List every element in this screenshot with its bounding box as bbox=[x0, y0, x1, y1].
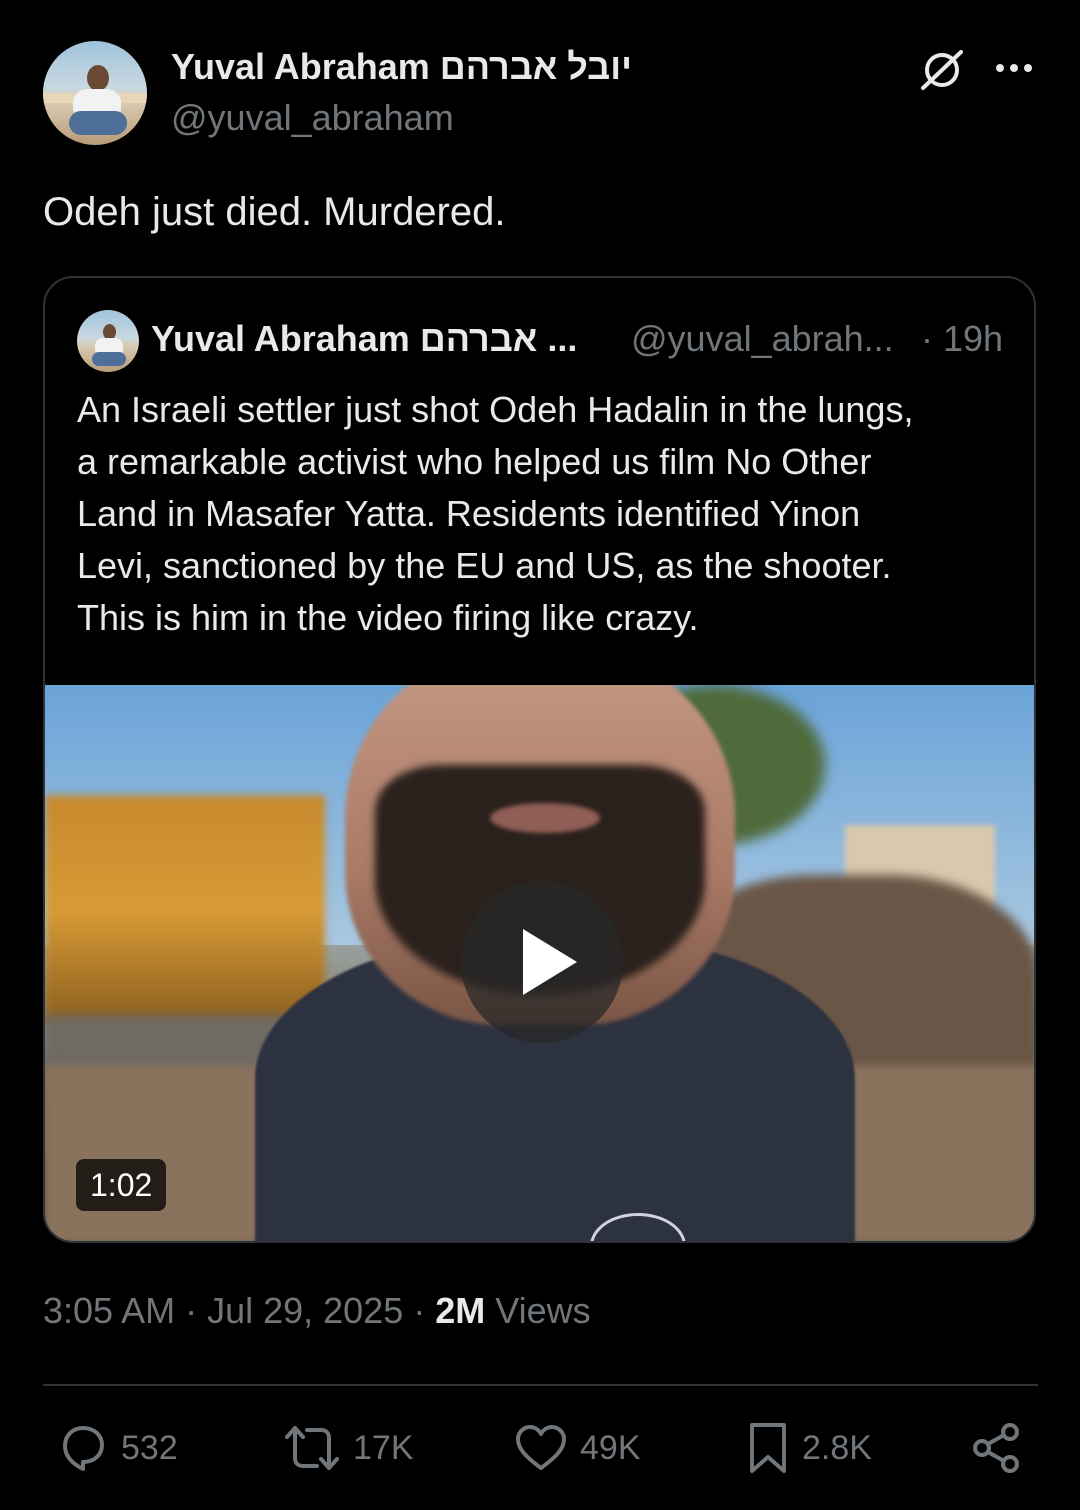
quoted-text-line: Levi, sanctioned by the EU and US, as th… bbox=[77, 545, 892, 586]
repost-icon bbox=[285, 1426, 339, 1470]
like-count: 49K bbox=[580, 1428, 641, 1467]
quoted-text-line: This is him in the video firing like cra… bbox=[77, 597, 699, 638]
author-handle[interactable]: @yuval_abraham bbox=[171, 97, 454, 139]
more-options-icon[interactable] bbox=[994, 54, 1034, 82]
video-player[interactable]: 1:02 bbox=[45, 685, 1034, 1241]
tweet-metadata: 3:05 AM · Jul 29, 2025 · 2M Views bbox=[43, 1290, 591, 1332]
reply-icon bbox=[63, 1426, 104, 1471]
tweet-detail: Yuval Abraham יובל אברהם @yuval_abraham … bbox=[0, 0, 1080, 1510]
video-frame-person-lips bbox=[490, 803, 600, 833]
video-frame-excavator bbox=[45, 795, 325, 1025]
author-display-name[interactable]: Yuval Abraham יובל אברהם bbox=[171, 46, 632, 88]
quoted-tweet-text: An Israeli settler just shot Odeh Hadali… bbox=[77, 384, 1017, 644]
play-icon bbox=[523, 929, 577, 995]
reply-count: 532 bbox=[121, 1428, 178, 1467]
video-duration-badge: 1:02 bbox=[76, 1159, 167, 1211]
share-icon bbox=[973, 1423, 1019, 1473]
play-button[interactable] bbox=[461, 881, 623, 1043]
repost-button[interactable]: 17K bbox=[283, 1420, 414, 1476]
bookmark-count: 2.8K bbox=[802, 1428, 872, 1467]
share-button[interactable] bbox=[972, 1420, 1022, 1476]
divider bbox=[43, 1384, 1038, 1386]
meta-separator: · bbox=[175, 1290, 208, 1331]
bookmark-button[interactable]: 2.8K bbox=[746, 1420, 872, 1476]
quoted-text-line: An Israeli settler just shot Odeh Hadali… bbox=[77, 389, 914, 430]
grok-icon[interactable] bbox=[918, 48, 966, 92]
bookmark-icon bbox=[750, 1423, 786, 1473]
tweet-text: Odeh just died. Murdered. bbox=[43, 190, 506, 234]
repost-count: 17K bbox=[353, 1428, 414, 1467]
quoted-text-line: Land in Masafer Yatta. Residents identif… bbox=[77, 493, 861, 534]
quoted-author-display-name[interactable]: Yuval Abraham אברהם ... bbox=[151, 318, 577, 360]
heart-icon bbox=[516, 1425, 566, 1470]
quoted-timestamp[interactable]: 19h bbox=[943, 318, 1003, 360]
tweet-time[interactable]: 3:05 AM bbox=[43, 1290, 175, 1331]
quoted-author-avatar[interactable] bbox=[77, 310, 139, 372]
views-count[interactable]: 2M bbox=[435, 1290, 485, 1331]
quoted-text-line: a remarkable activist who helped us film… bbox=[77, 441, 872, 482]
quoted-separator: · bbox=[921, 318, 933, 359]
author-avatar[interactable] bbox=[43, 41, 147, 145]
like-button[interactable]: 49K bbox=[514, 1420, 641, 1476]
quoted-author-handle[interactable]: @yuval_abrah... bbox=[631, 318, 894, 360]
meta-separator: · bbox=[403, 1290, 436, 1331]
tweet-date[interactable]: Jul 29, 2025 bbox=[207, 1290, 403, 1331]
quoted-tweet-card[interactable]: Yuval Abraham אברהם ... @yuval_abrah... … bbox=[43, 276, 1036, 1243]
views-label[interactable]: Views bbox=[485, 1290, 590, 1331]
reply-button[interactable]: 532 bbox=[57, 1420, 178, 1476]
